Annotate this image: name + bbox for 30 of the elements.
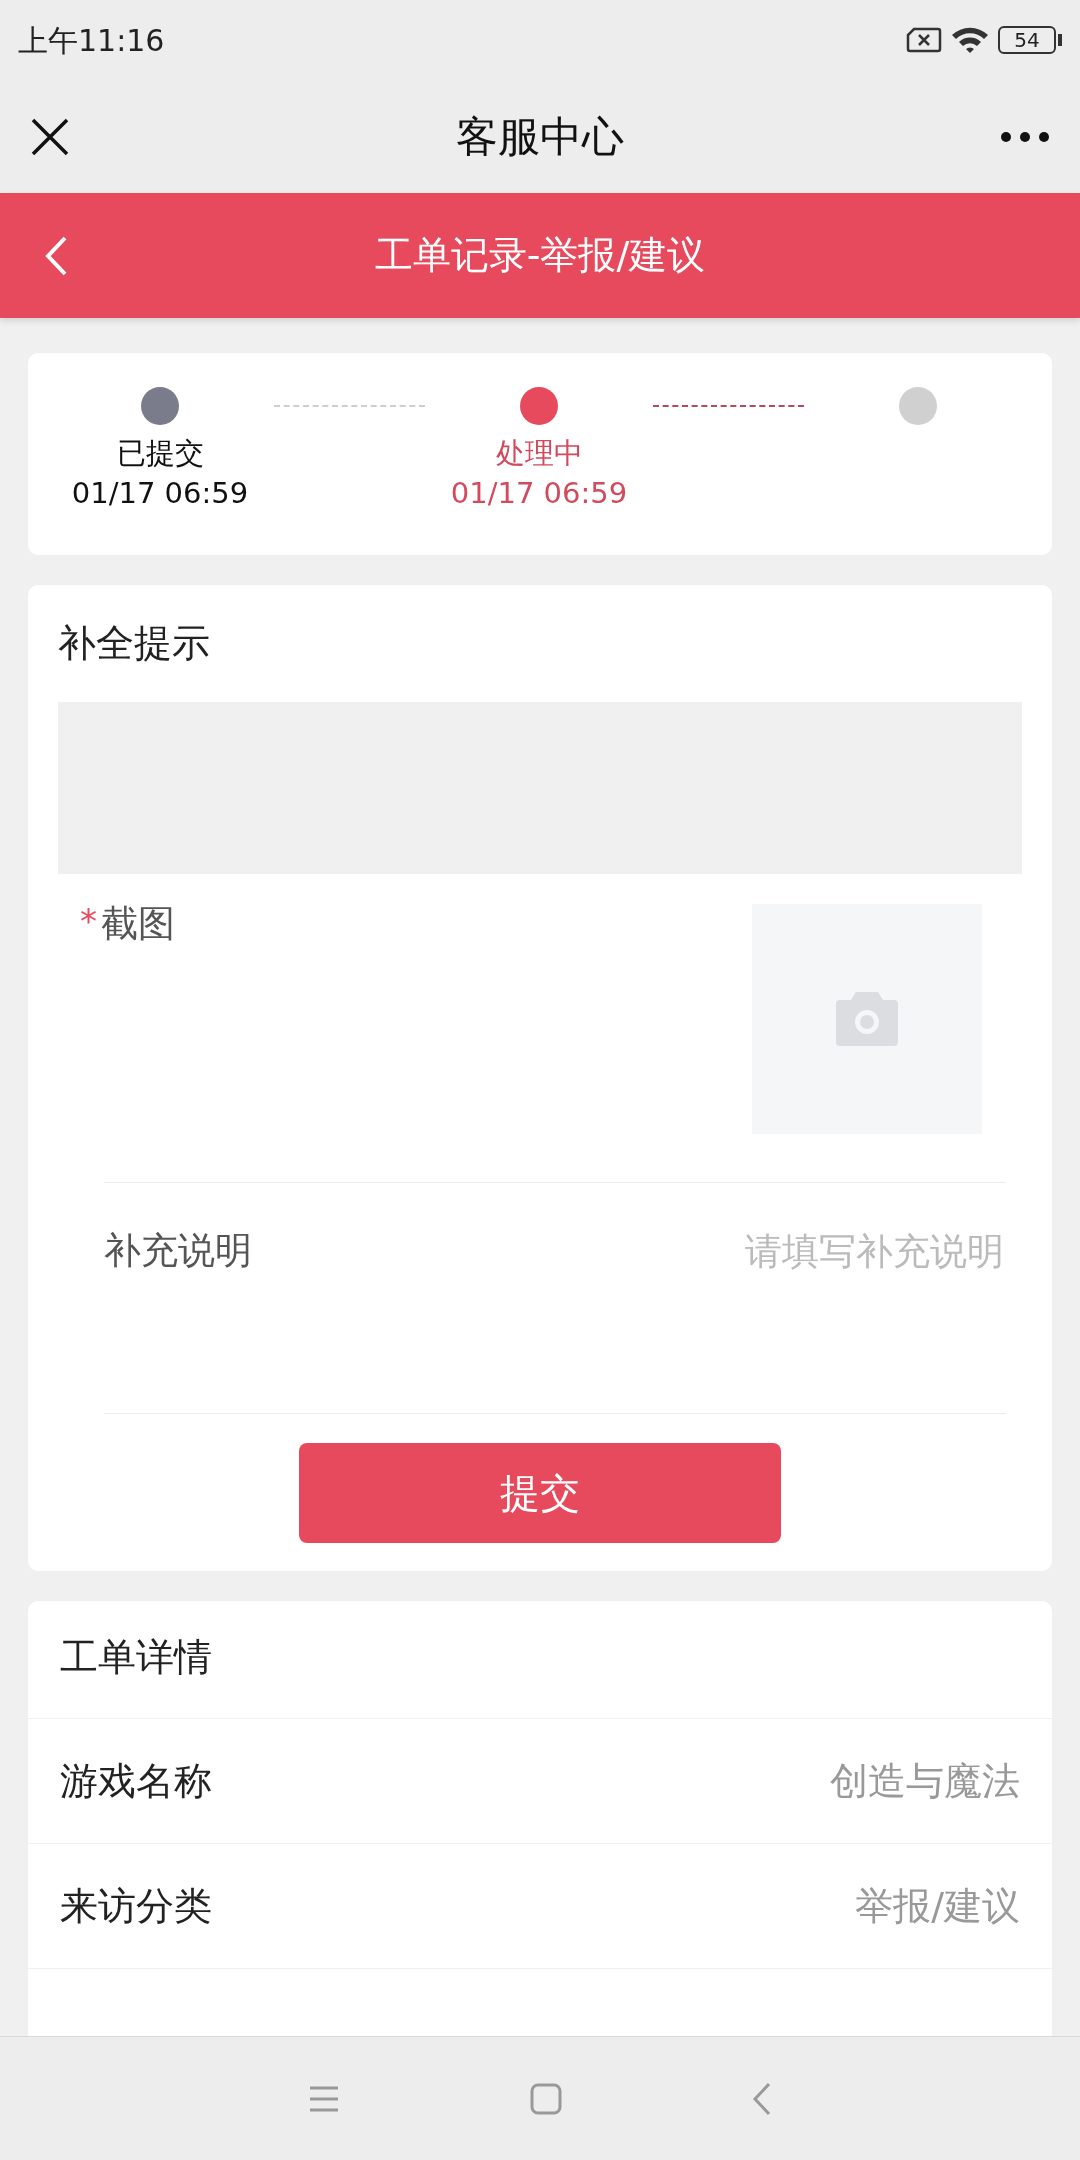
close-icon[interactable] xyxy=(30,116,70,157)
camera-icon xyxy=(836,992,898,1046)
field-label: 截图 xyxy=(101,904,175,944)
step-label: 已提交 xyxy=(116,435,204,472)
back-icon[interactable] xyxy=(44,234,68,277)
required-mark: * xyxy=(80,904,97,938)
step-label: 处理中 xyxy=(495,435,583,472)
image-upload[interactable] xyxy=(752,904,982,1134)
note-input[interactable]: 请填写补充说明 xyxy=(646,1223,1006,1281)
app-title: 客服中心 xyxy=(456,111,624,163)
detail-value: 创造与魔法 xyxy=(830,1757,1020,1805)
detail-value: 举报/建议 xyxy=(855,1882,1020,1930)
sim-icon xyxy=(906,27,942,53)
battery-tip-icon xyxy=(1058,34,1062,46)
section-title: 补全提示 xyxy=(58,620,211,667)
detail-label: 来访分类 xyxy=(60,1882,212,1930)
wifi-icon xyxy=(950,25,990,55)
home-icon[interactable] xyxy=(530,2082,562,2115)
battery-level: 54 xyxy=(998,26,1056,54)
submit-button[interactable]: 提交 xyxy=(299,1443,781,1543)
menu-icon[interactable] xyxy=(308,2084,340,2113)
detail-label: 游戏名称 xyxy=(60,1757,212,1805)
more-icon[interactable] xyxy=(1000,130,1050,143)
back-icon[interactable] xyxy=(752,2081,772,2116)
field-label: 补充说明 xyxy=(104,1228,252,1274)
step-time: 01/17 06:59 xyxy=(71,475,249,512)
step-time: 01/17 06:59 xyxy=(450,475,628,512)
section-title: 工单详情 xyxy=(60,1635,212,1679)
status-time: 上午11:16 xyxy=(18,21,165,60)
page-title: 工单记录-举报/建议 xyxy=(374,232,706,279)
